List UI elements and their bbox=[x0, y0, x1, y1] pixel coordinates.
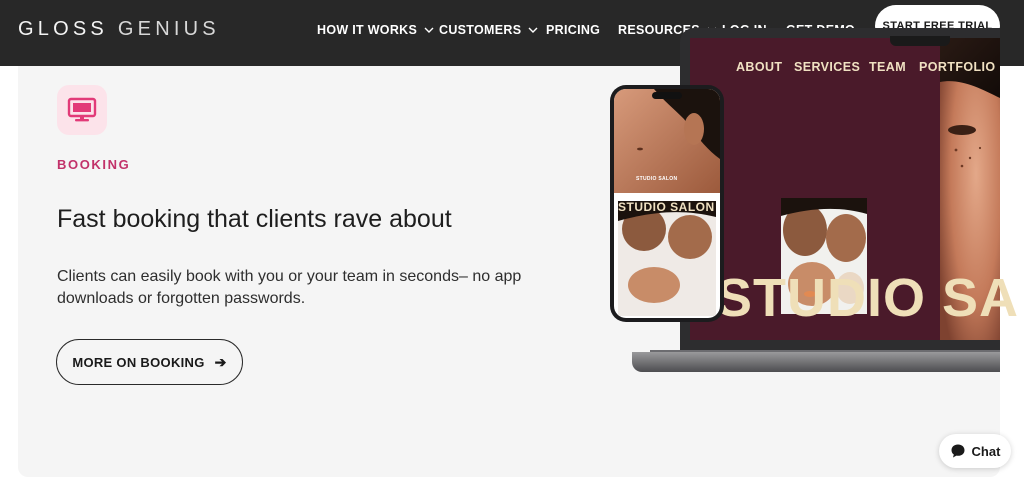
chevron-down-icon bbox=[424, 27, 434, 33]
monitor-icon-tile bbox=[57, 85, 107, 135]
more-on-booking-label: MORE ON BOOKING bbox=[72, 354, 205, 370]
laptop-base bbox=[632, 352, 1000, 372]
logo-word-genius: GENIUS bbox=[117, 18, 220, 40]
phone-brand-label: STUDIO SALON bbox=[618, 200, 715, 214]
feature-description: Clients can easily book with you or your… bbox=[57, 268, 522, 307]
nav-pricing[interactable]: PRICING bbox=[546, 21, 600, 39]
nav-how-it-works[interactable]: HOW IT WORKS bbox=[317, 21, 435, 39]
site-nav-about: ABOUT bbox=[736, 60, 783, 74]
monitor-icon bbox=[67, 97, 97, 122]
feature-headline: Fast booking that clients rave about bbox=[57, 205, 452, 233]
phone-camera-notch bbox=[652, 92, 682, 99]
site-nav-services: SERVICES bbox=[794, 60, 861, 74]
more-on-booking-button[interactable]: MORE ON BOOKING ➔ bbox=[56, 339, 243, 385]
chat-bubble-icon bbox=[951, 444, 965, 458]
nav-customers-label: CUSTOMERS bbox=[439, 23, 522, 37]
laptop-camera-notch bbox=[890, 36, 950, 46]
logo-word-gloss: GLOSS bbox=[18, 18, 108, 40]
feature-eyebrow: BOOKING bbox=[57, 157, 131, 172]
site-nav-team: TEAM bbox=[869, 60, 907, 74]
nav-how-it-works-label: HOW IT WORKS bbox=[317, 23, 418, 37]
chat-widget-button[interactable]: Chat bbox=[939, 434, 1011, 468]
nav-customers[interactable]: CUSTOMERS bbox=[439, 21, 539, 39]
site-nav-portfolio: PORTFOLIO bbox=[919, 60, 996, 74]
chevron-down-icon bbox=[528, 27, 538, 33]
arrow-right-icon: ➔ bbox=[214, 353, 227, 370]
phone-brand-small: STUDIO SALON bbox=[636, 176, 678, 182]
gloss-genius-logo[interactable]: GLOSS GENIUS bbox=[18, 18, 220, 41]
nav-pricing-label: PRICING bbox=[546, 23, 601, 37]
chat-label: Chat bbox=[971, 443, 1001, 459]
site-brand-large: STUDIO SA bbox=[716, 268, 1020, 328]
